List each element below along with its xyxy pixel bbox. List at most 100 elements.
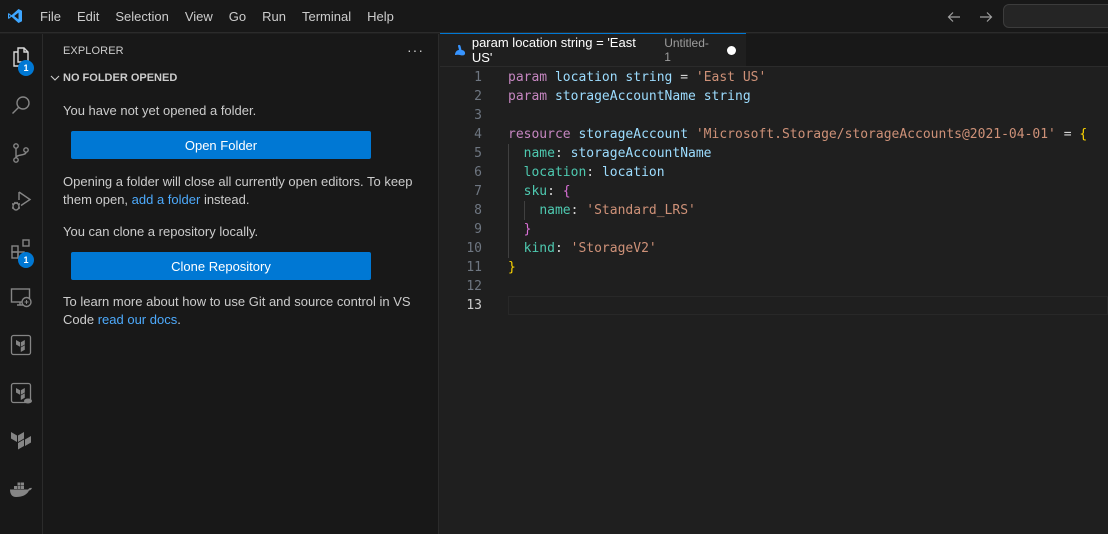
code-line: 5 name: storageAccountName [440,144,1108,163]
code-line: 7 sku: { [440,182,1108,201]
code-token: 'East US' [695,70,767,85]
learn-more-text: To learn more about how to use Git and s… [63,293,418,329]
warning-text-part: instead. [200,192,250,207]
terraform-icon [9,429,33,456]
menu-file[interactable]: File [32,0,69,33]
arrow-left-icon[interactable] [944,7,964,27]
activity-run-debug[interactable] [0,178,42,226]
code-token: param [508,89,548,104]
menu-bar: File Edit Selection View Go Run Terminal Help [32,0,402,33]
docker-icon [8,477,34,504]
code-token: name [523,146,555,161]
line-text: param storageAccountName string [508,87,751,106]
line-number: 13 [466,298,482,313]
activity-explorer[interactable]: 1 [0,34,42,82]
code-line: 12 [440,277,1108,296]
menu-terminal[interactable]: Terminal [294,0,359,33]
terraform-box-icon [9,333,33,360]
source-control-icon [9,141,33,168]
unsaved-dot-icon[interactable] [727,45,736,55]
code-token: 'Standard_LRS' [586,203,696,218]
clone-repository-button[interactable]: Clone Repository [71,252,371,280]
line-number: 3 [474,108,482,123]
code-token: resource [508,127,571,142]
code-line: 13 [440,296,1108,315]
line-text: sku: { [508,182,571,201]
line-number: 10 [466,241,482,256]
code-token: storageAccountName [570,146,712,161]
menu-edit[interactable]: Edit [69,0,107,33]
remote-explorer-icon [9,285,33,312]
code-line: 1 param location string = 'East US' [440,68,1108,87]
activity-terraform-cloud[interactable] [0,370,42,418]
code-token: location [601,165,665,180]
activity-remote-explorer[interactable] [0,274,42,322]
editor-tabs: param location string = 'East US' Untitl… [440,33,1108,67]
line-text: param location string = 'East US' [508,68,766,87]
sidebar-title: EXPLORER [63,44,124,57]
code-token: = [672,70,696,85]
line-number: 9 [474,222,482,237]
editor-tab-untitled-1[interactable]: param location string = 'East US' Untitl… [440,33,746,66]
code-line: 4 resource storageAccount 'Microsoft.Stor… [440,125,1108,144]
activity-search[interactable] [0,82,42,130]
code-token: param [508,70,548,85]
code-line: 6 location: location [440,163,1108,182]
code-token: storageAccountName [554,89,696,104]
activity-terraform[interactable] [0,322,42,370]
activity-terraform-logo[interactable] [0,418,42,466]
code-token: 'Microsoft.Storage/storageAccounts@2021-… [695,127,1056,142]
code-token: : [570,203,587,218]
code-token: { [562,184,571,199]
read-docs-link[interactable]: read our docs [98,312,178,327]
line-number: 11 [466,260,482,275]
line-text: kind: 'StorageV2' [508,239,657,258]
line-text: location: location [508,163,665,182]
more-actions-button[interactable]: ··· [407,42,424,58]
current-line-highlight [508,296,1108,315]
add-folder-link[interactable]: add a folder [132,192,201,207]
no-folder-text: You have not yet opened a folder. [63,103,257,118]
activity-docker[interactable] [0,466,42,514]
chevron-down-icon [47,72,63,84]
line-number: 1 [474,70,482,85]
code-token: : [554,241,571,256]
code-token: kind [523,241,555,256]
command-center-search[interactable] [1003,4,1108,28]
welcome-view: You have not yet opened a folder. [43,102,438,120]
search-icon [9,93,33,120]
line-number: 6 [474,165,482,180]
terraform-cloud-icon [9,381,33,408]
arrow-right-icon[interactable] [976,7,996,27]
code-token: 'StorageV2' [570,241,657,256]
line-number: 2 [474,89,482,104]
activity-source-control[interactable] [0,130,42,178]
code-token: : [586,165,602,180]
clone-text: You can clone a repository locally. [63,224,259,239]
menu-run[interactable]: Run [254,0,294,33]
code-token: : [547,184,563,199]
menu-help[interactable]: Help [359,0,402,33]
code-line: 3 [440,106,1108,125]
warning-text: Opening a folder will close all currentl… [63,173,418,209]
no-folder-section-header[interactable]: NO FOLDER OPENED [43,67,438,89]
menu-go[interactable]: Go [221,0,254,33]
code-token: } [508,260,516,275]
extensions-badge: 1 [18,252,34,268]
line-text: name: 'Standard_LRS' [508,201,696,220]
open-folder-button[interactable]: Open Folder [71,131,371,159]
menu-view[interactable]: View [177,0,221,33]
menu-selection[interactable]: Selection [107,0,176,33]
code-editor[interactable]: 1 param location string = 'East US' 2 param… [440,68,1108,315]
run-debug-icon [9,189,33,216]
line-number: 4 [474,127,482,142]
code-line: 9 } [440,220,1108,239]
activity-extensions[interactable]: 1 [0,226,42,274]
explorer-sidebar: EXPLORER ··· NO FOLDER OPENED You have n… [43,34,439,534]
code-token: storageAccount [578,127,689,142]
